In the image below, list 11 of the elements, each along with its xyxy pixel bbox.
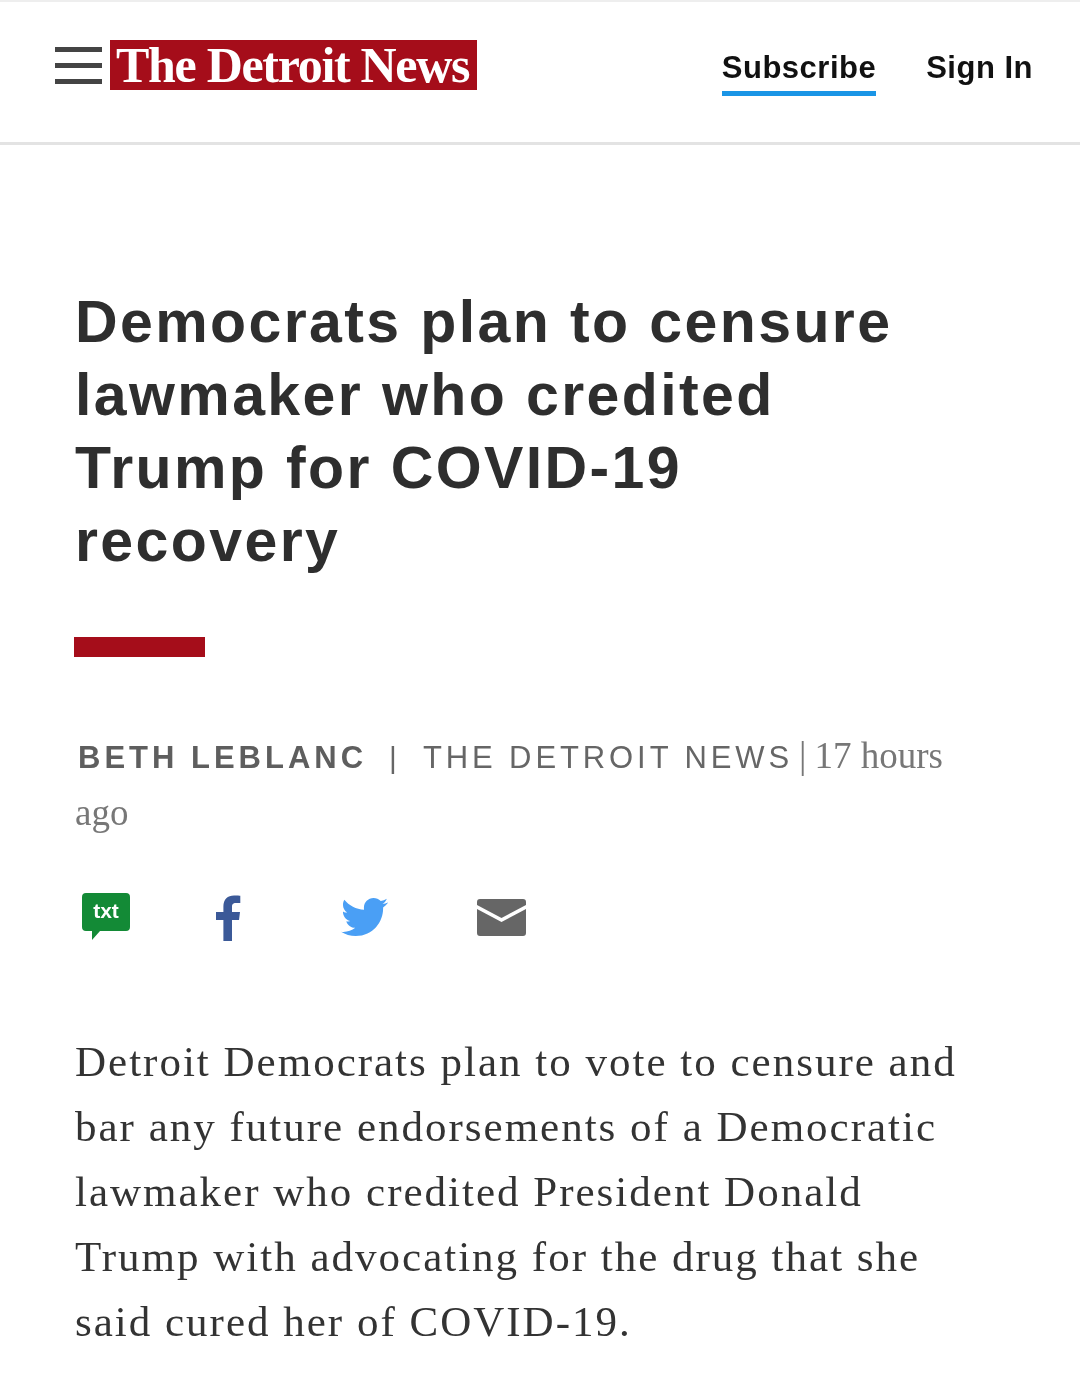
sms-share-button[interactable]: txt bbox=[82, 893, 130, 941]
subscribe-link[interactable]: Subscribe bbox=[721, 40, 877, 96]
envelope-icon[interactable] bbox=[477, 898, 526, 936]
byline: BETH LEBLANC | THE DETROIT NEWS | 17 hours ago bbox=[75, 734, 944, 835]
facebook-icon[interactable] bbox=[215, 893, 241, 941]
sign-in-link[interactable]: Sign In bbox=[926, 40, 1033, 96]
article-paragraph: Detroit Democrats plan to vote to censure and bar any future endorsements of a Democratic lawmaker who credited President Donald Trump with advocating for the drug that she said cured her of COVID-19. bbox=[75, 1037, 958, 1347]
menu-icon[interactable] bbox=[55, 46, 102, 84]
bird-icon[interactable] bbox=[341, 898, 388, 936]
headline: Democrats plan to censure lawmaker who credited Trump for COVID-19 recovery bbox=[75, 288, 894, 576]
logo[interactable]: The Detroit News bbox=[110, 40, 478, 90]
